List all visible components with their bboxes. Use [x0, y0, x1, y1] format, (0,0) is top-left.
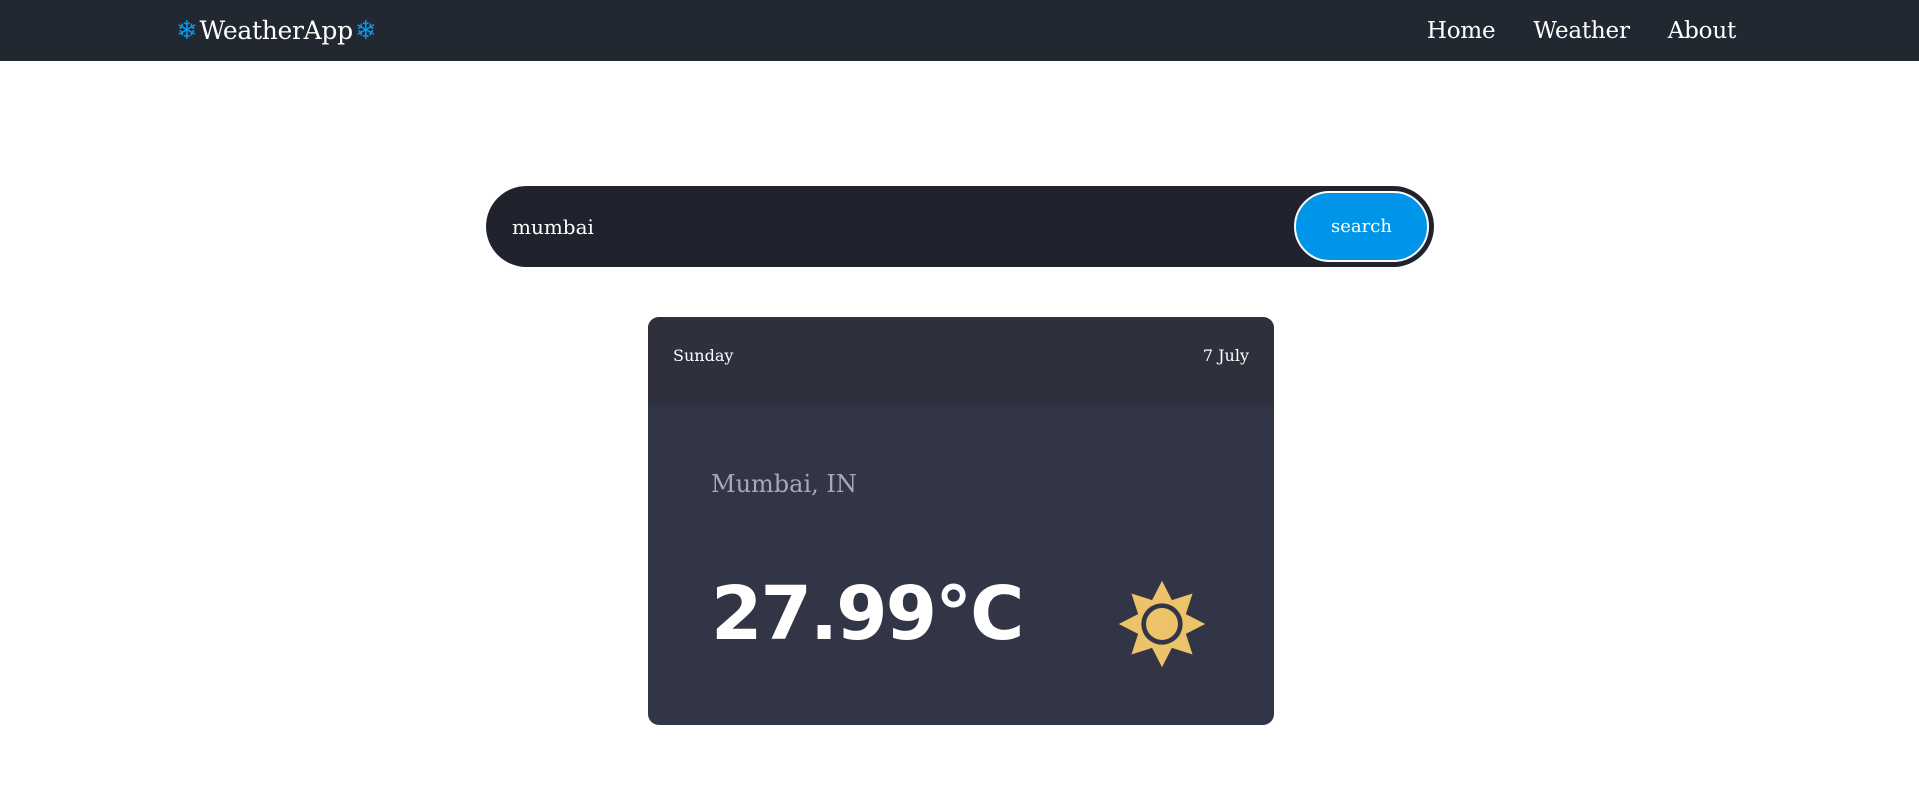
day-label: Sunday [673, 346, 734, 365]
brand-link[interactable]: ❄ WeatherApp ❄ [176, 0, 377, 61]
temperature-value: 27.99°C [711, 571, 1024, 657]
search-button[interactable]: search [1294, 191, 1429, 262]
brand-name: WeatherApp [199, 16, 354, 45]
sun-icon [1118, 580, 1206, 668]
card-header: Sunday 7 July [648, 317, 1274, 405]
nav-link-about[interactable]: About [1668, 18, 1736, 44]
nav-link-home[interactable]: Home [1427, 18, 1496, 44]
nav-link-weather[interactable]: Weather [1533, 18, 1630, 44]
snowflake-icon: ❄ [176, 15, 198, 46]
snowflake-icon: ❄ [354, 15, 377, 46]
weather-card: Sunday 7 July Mumbai, IN 27.99°C [648, 317, 1274, 725]
search-bar: search [486, 186, 1434, 267]
nav-links: Home Weather About [1427, 0, 1736, 61]
date-label: 7 July [1202, 346, 1249, 365]
location-label: Mumbai, IN [711, 470, 857, 498]
search-input[interactable] [510, 202, 1270, 251]
navbar: ❄ WeatherApp ❄ Home Weather About [0, 0, 1919, 61]
